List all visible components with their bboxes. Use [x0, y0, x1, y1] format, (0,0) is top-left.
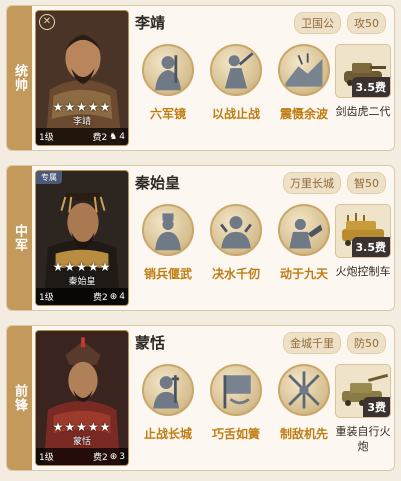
skill-icon	[142, 44, 194, 96]
role-label: 中军	[7, 166, 32, 310]
star-rating: ★★★★★	[52, 420, 112, 434]
skill-icon	[142, 204, 194, 256]
skill-slot-2[interactable]: 巧舌如簧	[203, 364, 269, 442]
skill-label: 震慑余波	[279, 107, 328, 121]
gear-slot[interactable]: 3.5费 火炮控制车	[335, 204, 391, 279]
skill-icon	[278, 364, 330, 416]
general-name: 秦始皇	[135, 174, 181, 192]
skill-slot-3[interactable]: 动于九天	[271, 204, 337, 282]
count-text: 4	[119, 291, 125, 302]
cost-text: 费2	[92, 293, 108, 303]
title-badge: 金城千里	[283, 332, 341, 354]
level-text: 1级	[39, 453, 54, 463]
skill-label: 止战长城	[143, 427, 192, 441]
gear-label: 火炮控制车	[335, 265, 391, 278]
skill-icon	[278, 44, 330, 96]
skill-slot-3[interactable]: 制敌机先	[271, 364, 337, 442]
general-card-meng-tian[interactable]: 前锋 ★★★★★ 蒙恬 1级 费2 ⊕ 3 蒙恬 金城千里 防50 止战长城 巧…	[6, 325, 395, 471]
stat-badge: 防50	[347, 332, 386, 354]
close-icon[interactable]: ✕	[39, 14, 55, 30]
portrait-footer: 1级 费2 ♞ 4	[36, 128, 128, 145]
title-badge: 万里长城	[283, 172, 341, 194]
count-text: 3	[119, 451, 125, 462]
troop-icon: ⊕	[109, 291, 118, 302]
skill-icon	[210, 44, 262, 96]
gear-slot[interactable]: 3.5费 剑齿虎二代	[335, 44, 391, 119]
skill-label: 决水千仞	[211, 267, 260, 281]
exclusive-tag: 专属	[36, 171, 62, 184]
skill-slot-1[interactable]: 销兵偃武	[135, 204, 201, 282]
skill-label: 制敌机先	[279, 427, 328, 441]
level-text: 1级	[39, 293, 54, 303]
tank-icon: 3.5费	[335, 44, 391, 98]
horse-icon: ♞	[109, 131, 118, 142]
skill-label: 以战止战	[211, 107, 260, 121]
portrait-footer: 1级 费2 ⊕ 3	[36, 448, 128, 465]
skill-slot-2[interactable]: 以战止战	[203, 44, 269, 122]
portrait-name: 秦始皇	[68, 277, 96, 287]
artillery-control-vehicle-icon: 3.5费	[335, 204, 391, 258]
star-rating: ★★★★★	[52, 100, 112, 114]
gear-cost: 3.5费	[351, 237, 390, 257]
gear-slot[interactable]: 3费 重装自行火炮	[335, 364, 391, 454]
skill-label: 动于九天	[279, 267, 328, 281]
gear-label: 重装自行火炮	[335, 425, 391, 453]
title-badge: 卫国公	[294, 12, 341, 34]
general-portrait[interactable]: ✕ ★★★★★ 李靖 1级 费2 ♞ 4	[35, 10, 129, 146]
gear-cost: 3.5费	[351, 77, 390, 97]
portrait-footer: 1级 费2 ⊕ 4	[36, 288, 128, 305]
star-rating: ★★★★★	[52, 260, 112, 274]
skill-slot-1[interactable]: 六军镜	[135, 44, 201, 122]
skill-icon	[210, 364, 262, 416]
count-text: 4	[119, 131, 125, 142]
troop-icon: ⊕	[109, 451, 118, 462]
skill-icon	[210, 204, 262, 256]
stat-badge: 智50	[347, 172, 386, 194]
general-portrait[interactable]: 专属 ★★★★★ 秦始皇 1级 费2 ⊕ 4	[35, 170, 129, 306]
skill-icon	[278, 204, 330, 256]
gear-cost: 3费	[363, 397, 390, 417]
stat-badge: 攻50	[347, 12, 386, 34]
portrait-name: 李靖	[72, 117, 91, 127]
gear-label: 剑齿虎二代	[335, 105, 391, 118]
skill-label: 六军镜	[149, 107, 186, 121]
skill-label: 销兵偃武	[143, 267, 192, 281]
general-name: 李靖	[135, 14, 166, 32]
skill-slot-2[interactable]: 决水千仞	[203, 204, 269, 282]
general-portrait[interactable]: ★★★★★ 蒙恬 1级 费2 ⊕ 3	[35, 330, 129, 466]
portrait-name: 蒙恬	[72, 437, 91, 447]
role-label: 统帅	[7, 6, 32, 150]
self-propelled-artillery-icon: 3费	[335, 364, 391, 418]
skill-icon	[142, 364, 194, 416]
cost-text: 费2	[92, 453, 108, 463]
level-text: 1级	[39, 133, 54, 143]
general-card-qin-shi-huang[interactable]: 中军 专属 ★★★★★ 秦始皇 1级 费2 ⊕ 4 秦始皇 万里长城 智50 销…	[6, 165, 395, 311]
general-name: 蒙恬	[135, 334, 166, 352]
skill-slot-3[interactable]: 震慑余波	[271, 44, 337, 122]
general-card-li-jing[interactable]: 统帅 ✕ ★★★★★ 李靖 1级 费2 ♞ 4 李靖 卫国公 攻50 六军镜 以…	[6, 5, 395, 151]
cost-text: 费2	[92, 133, 108, 143]
skill-label: 巧舌如簧	[211, 427, 260, 441]
role-label: 前锋	[7, 326, 32, 470]
skill-slot-1[interactable]: 止战长城	[135, 364, 201, 442]
